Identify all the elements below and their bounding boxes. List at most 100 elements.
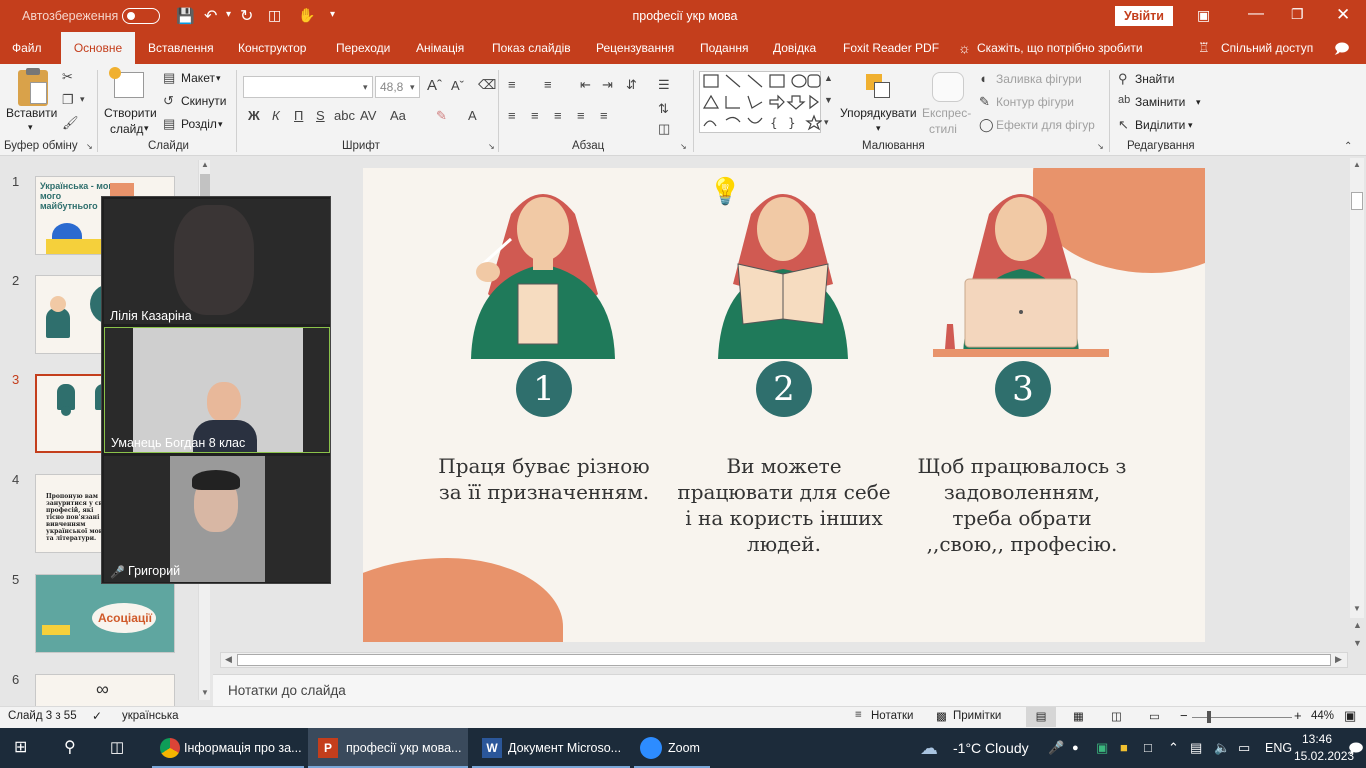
microphone-icon[interactable]: 🎤 — [1048, 728, 1064, 768]
quick-styles-icon[interactable] — [932, 72, 964, 102]
arrange-button[interactable]: Упорядкувати — [840, 106, 917, 120]
save-icon[interactable]: 💾 — [176, 7, 195, 25]
zoom-level[interactable]: 44% — [1311, 710, 1334, 722]
present-icon[interactable]: ◫ — [268, 7, 281, 24]
increase-font-icon[interactable]: Aˆ — [427, 78, 442, 93]
next-slide-icon[interactable]: ▼ — [1353, 638, 1362, 648]
gallery-up-icon[interactable]: ▲ — [824, 74, 833, 83]
weather-text[interactable]: -1°C Cloudy — [953, 728, 1029, 768]
paste-dropdown-icon[interactable]: ▾ — [28, 122, 33, 133]
task-view-icon[interactable]: ◫ — [110, 728, 124, 768]
clear-formatting-icon[interactable]: ⌫ — [478, 78, 496, 91]
layout-button[interactable]: Макет — [181, 71, 215, 85]
ribbon-display-icon[interactable]: ▣ — [1197, 7, 1210, 24]
network-icon[interactable]: ▤ — [1190, 728, 1202, 768]
decrease-indent-icon[interactable]: ⇤ — [580, 78, 591, 91]
caption-2[interactable]: Ви можете працювати для себе і на корист… — [674, 453, 894, 557]
language-indicator[interactable]: українська — [122, 710, 179, 722]
character-spacing-icon[interactable]: AV — [360, 109, 376, 122]
section-dropdown-icon[interactable]: ▾ — [218, 119, 223, 130]
scroll-down-icon[interactable]: ▼ — [201, 688, 209, 697]
notes-toggle-button[interactable]: Нотатки — [871, 710, 913, 722]
zoom-in-icon[interactable]: + — [1294, 708, 1302, 723]
quick-styles-label-2[interactable]: стилі — [929, 122, 957, 136]
redo-icon[interactable]: ↻ — [240, 6, 253, 26]
font-size-dropdown-icon[interactable]: ▾ — [410, 82, 415, 93]
tab-review[interactable]: Рецензування — [596, 32, 674, 64]
comments-icon[interactable]: 🗩 — [1334, 32, 1350, 64]
scroll-left-icon[interactable]: ◀ — [225, 654, 232, 665]
editor-horizontal-scrollbar[interactable]: ◀ ▶ — [220, 652, 1348, 668]
scroll-up-icon[interactable]: ▲ — [201, 160, 209, 169]
taskbar-app-chrome[interactable]: Інформація про за... — [152, 728, 304, 768]
caption-3[interactable]: Щоб працювалось з задоволенням, треба об… — [912, 453, 1132, 557]
video-tile-2-active-speaker[interactable]: Уманець Богдан 8 клас — [104, 327, 330, 453]
comments-toggle-button[interactable]: Примітки — [953, 710, 1001, 722]
font-name-input[interactable] — [243, 76, 373, 98]
increase-indent-icon[interactable]: ⇥ — [602, 78, 613, 91]
arrange-dropdown-icon[interactable]: ▾ — [876, 123, 881, 134]
notes-pane[interactable]: Нотатки до слайда — [213, 674, 1366, 706]
reset-button[interactable]: Скинути — [181, 94, 226, 108]
share-button[interactable]: Спільний доступ — [1221, 32, 1313, 64]
new-slide-icon[interactable] — [109, 67, 144, 98]
zoom-video-panel[interactable]: Лілія Казаріна Уманець Богдан 8 клас 🎤 Г… — [101, 196, 331, 584]
tell-me-search[interactable]: Скажіть, що потрібно зробити — [977, 32, 1143, 64]
replace-button[interactable]: Замінити — [1135, 95, 1185, 109]
zoom-tray-icon[interactable]: ● — [1072, 728, 1079, 768]
zoom-slider-thumb[interactable] — [1207, 711, 1211, 723]
show-hidden-icons[interactable]: ⌃ — [1168, 728, 1179, 768]
select-button[interactable]: Виділити — [1135, 118, 1185, 132]
underline-button[interactable]: П — [294, 109, 303, 122]
undo-icon[interactable]: ↶ — [204, 6, 217, 26]
arrange-icon[interactable] — [866, 74, 890, 98]
paste-icon[interactable] — [18, 68, 48, 106]
text-columns-icon[interactable]: ≡ — [600, 109, 608, 122]
taskbar-app-zoom[interactable]: Zoom — [634, 728, 710, 768]
tab-view[interactable]: Подання — [700, 32, 748, 64]
drawing-launcher-icon[interactable]: ↘ — [1097, 143, 1104, 151]
taskbar-app-powerpoint[interactable]: P професії укр мова... — [308, 728, 468, 768]
scroll-thumb[interactable] — [1351, 192, 1363, 210]
taskbar-app-word[interactable]: W Документ Microso... — [472, 728, 630, 768]
paragraph-launcher-icon[interactable]: ↘ — [680, 143, 687, 151]
notifications-icon[interactable]: 🗩 — [1348, 728, 1364, 768]
gallery-more-icon[interactable]: ▾ — [824, 118, 829, 127]
customize-toolbar-icon[interactable]: ▾ — [330, 9, 335, 20]
touch-mode-icon[interactable]: ✋ — [298, 7, 315, 24]
decrease-font-icon[interactable]: Aˇ — [451, 79, 464, 92]
clock-date[interactable]: 15.02.2023 — [1294, 749, 1354, 763]
previous-slide-icon[interactable]: ▲ — [1353, 620, 1362, 630]
font-color-icon[interactable]: A — [468, 109, 477, 122]
tab-animations[interactable]: Анімація — [416, 32, 464, 64]
slideshow-icon[interactable]: ▭ — [1149, 709, 1160, 723]
layout-dropdown-icon[interactable]: ▾ — [216, 73, 221, 84]
search-icon[interactable]: ⚲ — [64, 728, 76, 768]
slide-thumbnail-5[interactable]: Асоціації — [35, 574, 175, 653]
new-slide-label-1[interactable]: Створити — [104, 106, 157, 120]
fit-slide-icon[interactable]: ▣ — [1344, 708, 1356, 724]
windows-start-icon[interactable]: ⊞ — [14, 728, 27, 768]
tray-app-icon-2[interactable]: ■ — [1120, 728, 1128, 768]
font-launcher-icon[interactable]: ↘ — [488, 143, 495, 151]
slide-thumbnail-6[interactable]: ∞ — [35, 674, 175, 706]
tray-app-icon-3[interactable]: □ — [1144, 728, 1152, 768]
quick-styles-label-1[interactable]: Експрес- — [922, 106, 971, 120]
align-center-icon[interactable]: ≡ — [531, 109, 539, 122]
signin-button[interactable]: Увійти — [1115, 6, 1173, 26]
tab-file[interactable]: Файл — [12, 32, 52, 64]
h-scroll-thumb[interactable] — [237, 654, 1331, 666]
change-case-icon[interactable]: Aa — [390, 109, 406, 122]
volume-icon[interactable]: 🔈 — [1214, 728, 1230, 768]
reading-view-icon[interactable]: ◫ — [1111, 709, 1122, 723]
tab-help[interactable]: Довідка — [773, 32, 816, 64]
input-language[interactable]: ENG — [1265, 728, 1292, 768]
text-direction-icon[interactable]: ⇅ — [658, 102, 669, 115]
tray-app-icon[interactable]: ▣ — [1096, 728, 1108, 768]
section-button[interactable]: Розділ — [181, 117, 217, 131]
video-tile-1[interactable]: Лілія Казаріна — [104, 199, 330, 324]
clipboard-launcher-icon[interactable]: ↘ — [86, 143, 93, 151]
spellcheck-icon[interactable]: ✓ — [92, 709, 102, 723]
shape-effects-button[interactable]: Ефекти для фігур — [996, 118, 1095, 132]
italic-button[interactable]: К — [272, 109, 280, 122]
